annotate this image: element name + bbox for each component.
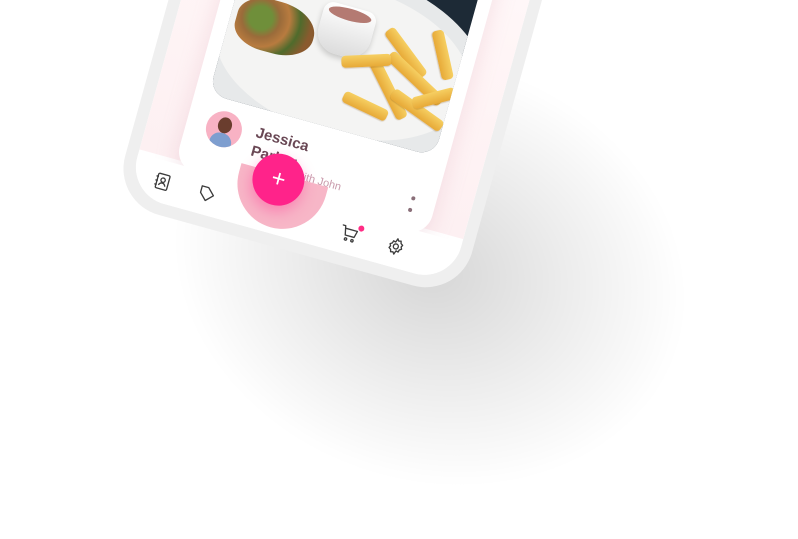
fry — [341, 53, 392, 68]
cart-badge — [357, 224, 366, 233]
cart-icon[interactable] — [336, 220, 366, 247]
tag-icon[interactable] — [193, 181, 220, 208]
contacts-book-icon[interactable] — [149, 168, 176, 195]
gear-icon[interactable] — [382, 233, 409, 260]
author-avatar[interactable] — [201, 107, 247, 152]
more-dot-icon — [410, 195, 416, 201]
avatar-body — [207, 130, 234, 152]
more-dot-icon — [407, 207, 413, 213]
more-options-button[interactable] — [401, 191, 421, 220]
app-screen: Jessica Parker Photo with John — [0, 0, 798, 539]
